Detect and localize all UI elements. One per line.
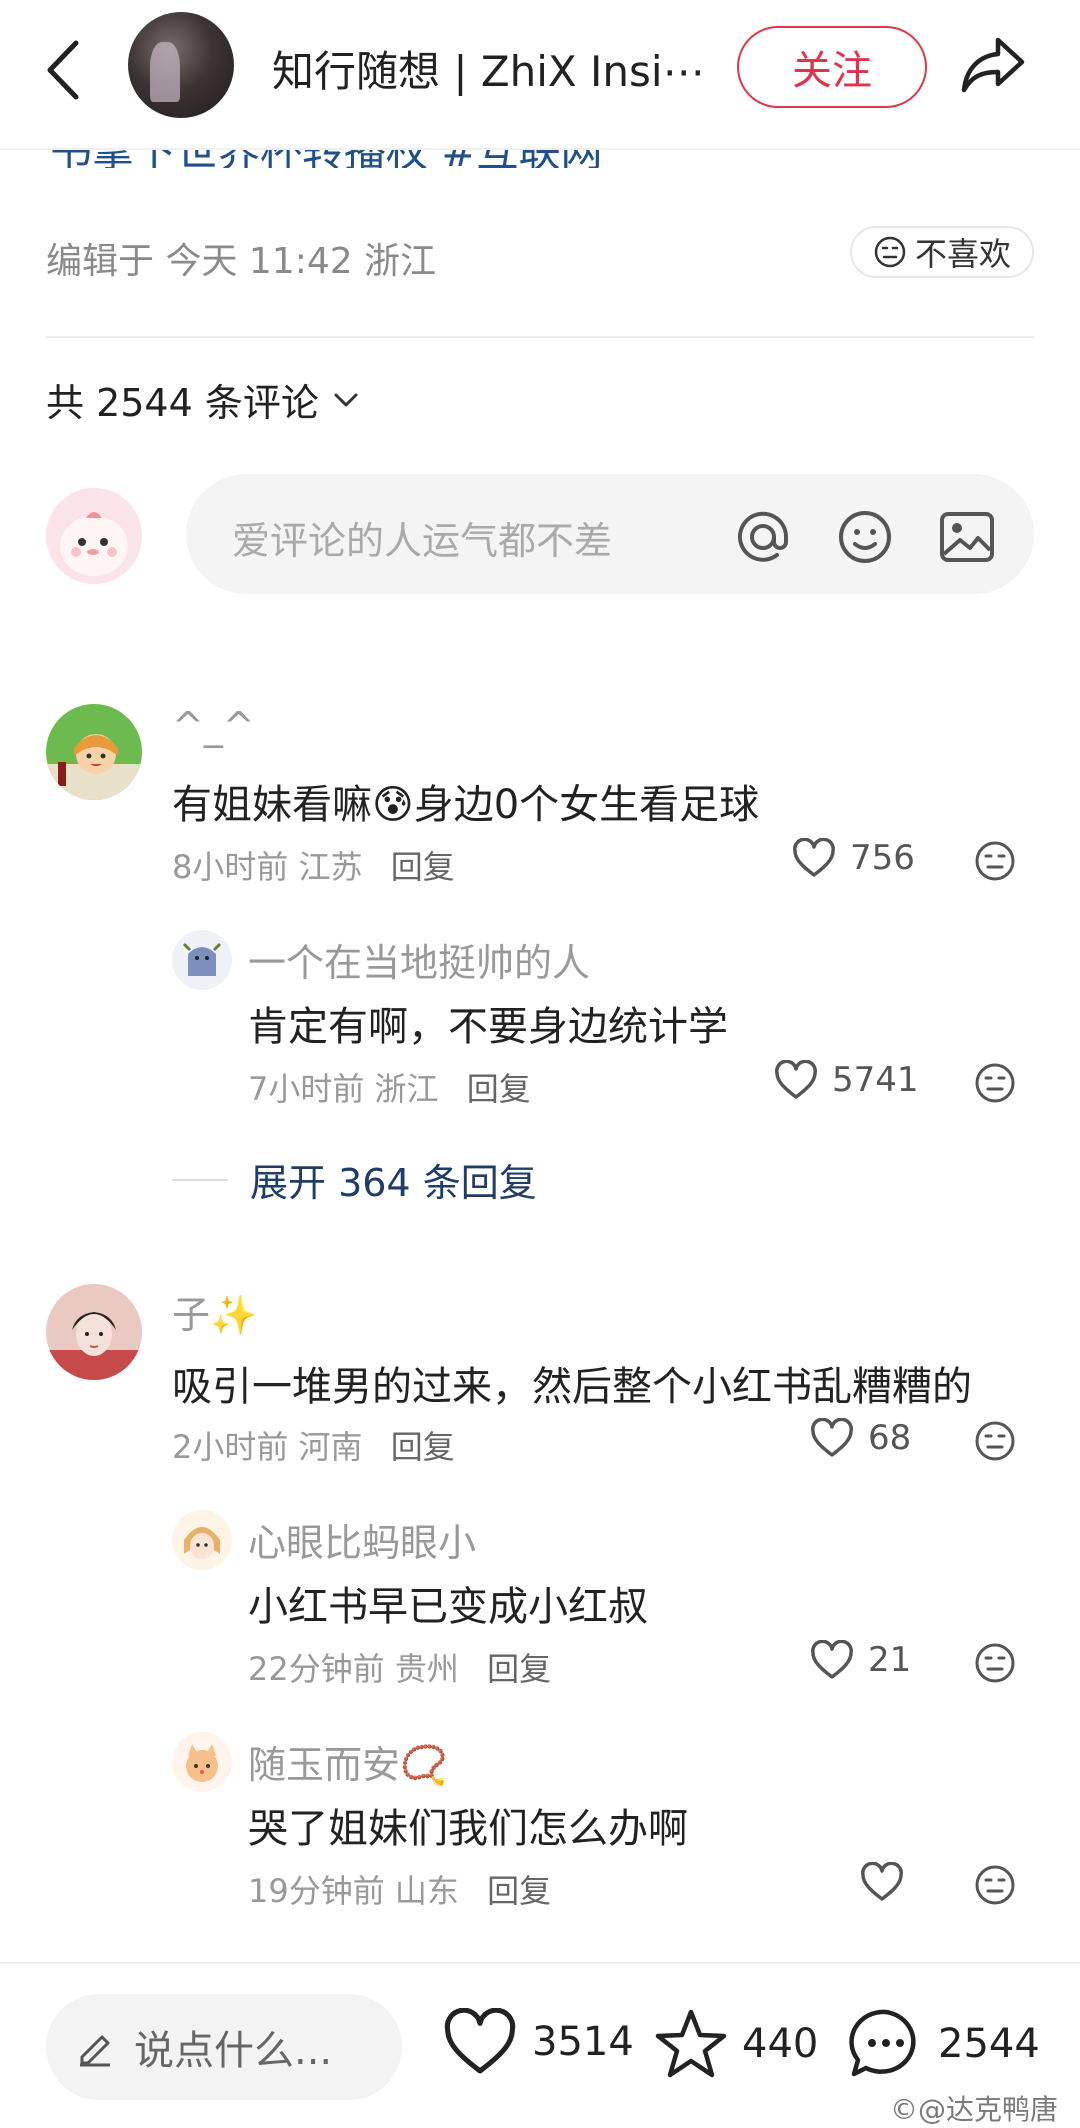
share-arrow-icon[interactable] bbox=[958, 34, 1028, 96]
reply-button[interactable]: 回复 bbox=[391, 848, 455, 886]
neutral-face-icon[interactable] bbox=[974, 1062, 1016, 1104]
reply-location: 山东 bbox=[394, 1872, 459, 1910]
comment-location: 河南 bbox=[298, 1428, 363, 1466]
comment-avatar[interactable] bbox=[46, 1284, 142, 1380]
reply-time: 22分钟前 bbox=[248, 1650, 385, 1688]
heart-icon bbox=[811, 1640, 853, 1679]
post-text-cut: 书拿下世界杯转播权 #互联网 bbox=[50, 150, 603, 168]
divider bbox=[46, 336, 1034, 338]
reply-avatar[interactable] bbox=[172, 930, 232, 990]
pencil-icon bbox=[80, 2035, 110, 2067]
comment-text[interactable]: 吸引一堆男的过来，然后整个小红书乱糟糟的 bbox=[172, 1354, 972, 1412]
reply-button[interactable]: 回复 bbox=[487, 1872, 551, 1910]
post-text-line: 书拿下世界杯转播权 #互联网 bbox=[50, 150, 603, 168]
post-like-button[interactable]: 3514 bbox=[442, 2008, 634, 2076]
like-count: 756 bbox=[850, 838, 915, 878]
post-collect-button[interactable]: 440 bbox=[654, 2008, 818, 2080]
chevron-down-icon bbox=[334, 393, 358, 406]
author-avatar[interactable] bbox=[128, 12, 234, 118]
neutral-face-icon[interactable] bbox=[974, 1420, 1016, 1462]
expand-replies-button[interactable]: 展开 364 条回复 bbox=[172, 1152, 537, 1207]
at-mention-icon[interactable] bbox=[734, 508, 792, 566]
comment-meta: 2小时前 河南 回复 bbox=[172, 1422, 455, 1468]
post-comment-button[interactable]: 2544 bbox=[848, 2008, 1040, 2080]
post-comment-count: 2544 bbox=[938, 2021, 1040, 2067]
dislike-label: 不喜欢 bbox=[914, 235, 1011, 273]
post-like-count: 3514 bbox=[532, 2019, 634, 2065]
star-icon bbox=[655, 2009, 727, 2078]
reply-text[interactable]: 小红书早已变成小红叔 bbox=[248, 1574, 648, 1632]
like-button[interactable]: 21 bbox=[810, 1640, 911, 1680]
neutral-face-icon bbox=[874, 236, 906, 268]
reply-meta: 22分钟前 贵州 回复 bbox=[248, 1644, 551, 1690]
dislike-button[interactable]: 不喜欢 bbox=[850, 226, 1034, 278]
like-count: 68 bbox=[868, 1418, 912, 1458]
reply-button[interactable]: 回复 bbox=[391, 1428, 455, 1466]
expand-replies-label: 展开 364 条回复 bbox=[250, 1161, 537, 1205]
top-bar: 知行随想 | ZhiX Insi⋯ 关注 bbox=[0, 0, 1080, 150]
like-button[interactable] bbox=[860, 1862, 918, 1902]
reply-text[interactable]: 肯定有啊，不要身边统计学 bbox=[248, 994, 728, 1052]
comment-time: 2小时前 bbox=[172, 1428, 289, 1466]
reply-text[interactable]: 哭了姐妹们我们怎么办啊 bbox=[248, 1796, 688, 1854]
post-collect-count: 440 bbox=[742, 2021, 819, 2067]
comment-sort-toggle[interactable]: 共 2544 条评论 bbox=[46, 372, 359, 427]
like-button[interactable]: 756 bbox=[792, 838, 915, 878]
comment-input[interactable]: 爱评论的人运气都不差 bbox=[186, 474, 1034, 594]
heart-icon bbox=[775, 1060, 817, 1099]
neutral-face-icon[interactable] bbox=[974, 1864, 1016, 1906]
chevron-left-icon[interactable] bbox=[40, 35, 90, 105]
my-avatar[interactable] bbox=[46, 488, 142, 584]
reply-time: 19分钟前 bbox=[248, 1872, 385, 1910]
comment-username[interactable]: 子✨ bbox=[172, 1284, 257, 1339]
like-button[interactable]: 68 bbox=[810, 1418, 911, 1458]
reply-button[interactable]: 回复 bbox=[467, 1070, 531, 1108]
heart-icon bbox=[861, 1862, 903, 1901]
neutral-face-icon[interactable] bbox=[974, 840, 1016, 882]
image-icon[interactable] bbox=[938, 508, 996, 566]
reply-avatar[interactable] bbox=[172, 1510, 232, 1570]
reply-time: 7小时前 bbox=[248, 1070, 365, 1108]
say-something-input[interactable]: 说点什么... bbox=[46, 1994, 402, 2100]
neutral-face-icon[interactable] bbox=[974, 1642, 1016, 1684]
edit-info: 编辑于 今天 11:42 浙江 bbox=[46, 241, 437, 282]
reply-meta: 19分钟前 山东 回复 bbox=[248, 1866, 551, 1912]
reply-username[interactable]: 一个在当地挺帅的人 bbox=[248, 932, 590, 987]
reply-location: 浙江 bbox=[374, 1070, 439, 1108]
comment-avatar[interactable] bbox=[46, 704, 142, 800]
author-name[interactable]: 知行随想 | ZhiX Insi⋯ bbox=[272, 38, 705, 99]
like-button[interactable]: 5741 bbox=[774, 1060, 919, 1100]
comment-meta: 8小时前 江苏 回复 bbox=[172, 842, 455, 888]
like-count: 5741 bbox=[832, 1060, 919, 1100]
follow-button[interactable]: 关注 bbox=[737, 26, 927, 108]
reply-button[interactable]: 回复 bbox=[487, 1650, 551, 1688]
comment-count-label: 共 2544 条评论 bbox=[46, 381, 319, 425]
watermark: ©@达克鸭唐 bbox=[890, 2093, 1059, 2126]
reply-username[interactable]: 心眼比蚂眼小 bbox=[248, 1512, 476, 1567]
reply-avatar[interactable] bbox=[172, 1732, 232, 1792]
divider bbox=[172, 1178, 228, 1181]
comment-input-placeholder: 爱评论的人运气都不差 bbox=[232, 519, 613, 563]
comment-username[interactable]: ^_^ bbox=[172, 704, 255, 748]
emoji-icon[interactable] bbox=[836, 508, 894, 566]
say-something-placeholder: 说点什么... bbox=[134, 2028, 333, 2074]
heart-icon bbox=[811, 1418, 853, 1457]
heart-icon bbox=[793, 838, 835, 877]
reply-location: 贵州 bbox=[394, 1650, 459, 1688]
comment-text[interactable]: 有姐妹看嘛😰身边0个女生看足球 bbox=[172, 772, 759, 830]
reply-username[interactable]: 随玉而安📿 bbox=[248, 1734, 447, 1789]
like-count: 21 bbox=[868, 1640, 912, 1680]
reply-meta: 7小时前 浙江 回复 bbox=[248, 1064, 531, 1110]
comment-bubble-icon bbox=[849, 2009, 916, 2077]
heart-icon bbox=[444, 2008, 516, 2074]
comment-time: 8小时前 bbox=[172, 848, 289, 886]
comment-location: 江苏 bbox=[298, 848, 363, 886]
